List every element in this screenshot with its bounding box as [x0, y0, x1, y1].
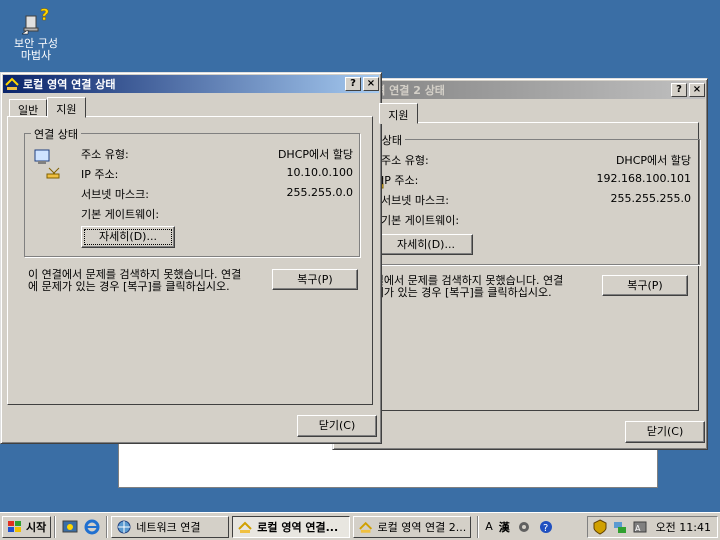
clock[interactable]: 오전 11:41	[656, 519, 711, 535]
diagnostic-message-line2: 에 문제가 있는 경우 [복구]를 클릭하십시오.	[28, 280, 230, 293]
status-window-lan2: 로컬 영역 연결 2 상태 ? × 일반 지원 연결 상태 주소 유형: DHC…	[332, 78, 708, 450]
system-tray: A 오전 11:41	[586, 515, 718, 538]
close-dialog-button[interactable]: 닫기(C)	[297, 415, 377, 437]
ime-hanja-indicator[interactable]: 漢	[499, 519, 510, 535]
network-tray-icon[interactable]	[612, 519, 628, 535]
desktop-icon-security-wizard[interactable]: ? 보안 구성 마법사	[8, 4, 64, 62]
tab-general[interactable]: 일반	[9, 99, 48, 117]
close-button[interactable]: ×	[689, 83, 705, 97]
ip-address-value: 10.10.0.100	[286, 166, 353, 179]
repair-button[interactable]: 복구(P)	[272, 269, 358, 290]
separator	[477, 515, 480, 538]
tab-panel: 연결 상태 주소 유형: DHCP에서 할당 IP 주소: 192.168.10…	[339, 122, 700, 411]
default-gateway-label: 기본 게이트웨이:	[381, 214, 460, 227]
close-dialog-button[interactable]: 닫기(C)	[625, 421, 705, 443]
network-connection-icon	[34, 149, 60, 179]
diagnostic-message: 이 연결에서 문제를 검색하지 못했습니다. 연결 에 문제가 있는 경우 [복…	[350, 275, 574, 299]
task-lan2-status[interactable]: 로컬 영역 연결 2...	[353, 515, 472, 538]
details-button[interactable]: 자세히(D)...	[379, 234, 473, 255]
volume-icon[interactable]: A	[632, 519, 648, 535]
network-status-icon	[359, 521, 373, 533]
tab-support[interactable]: 지원	[47, 97, 86, 118]
address-type-value: DHCP에서 할당	[277, 148, 353, 161]
taskbar: 시작 네트워크 연결 로컬 영역 연결... 로컬 영역 연결 2... A 漢…	[0, 512, 720, 540]
network-folder-icon	[117, 520, 131, 533]
help-button[interactable]: ?	[671, 83, 687, 97]
task-label: 네트워크 연결	[136, 520, 201, 534]
help-button[interactable]: ?	[345, 77, 361, 91]
group-title: 연결 상태	[31, 126, 81, 142]
internet-explorer-icon[interactable]	[83, 518, 101, 536]
task-lan-status[interactable]: 로컬 영역 연결...	[232, 515, 351, 538]
title-bar[interactable]: 로컬 영역 연결 2 상태 ? ×	[335, 81, 705, 99]
ime-mode-indicator[interactable]: A	[485, 520, 493, 533]
subnet-mask-label: 서브넷 마스크:	[381, 194, 449, 207]
svg-text:?: ?	[543, 523, 548, 534]
subnet-mask-value: 255.255.0.0	[286, 186, 353, 199]
details-button[interactable]: 자세히(D)...	[81, 226, 175, 248]
status-window-lan: 로컬 영역 연결 상태 ? × 일반 지원 연결 상태 주소 유형: DHCP에…	[0, 72, 382, 444]
security-shield-icon[interactable]	[592, 518, 608, 535]
window-title: 로컬 영역 연결 상태	[23, 78, 116, 91]
tab-support[interactable]: 지원	[379, 103, 418, 124]
ip-address-label: IP 주소:	[381, 174, 419, 187]
ip-address-value: 192.168.100.101	[596, 172, 691, 185]
desktop-icon-label-2: 마법사	[20, 49, 52, 62]
repair-button[interactable]: 복구(P)	[602, 275, 688, 296]
diagnostic-message-line2: 에 문제가 있는 경우 [복구]를 클릭하십시오.	[350, 286, 552, 299]
separator	[106, 515, 109, 538]
address-type-value: DHCP에서 할당	[615, 154, 691, 167]
connection-status-group: 연결 상태 주소 유형: DHCP에서 할당 IP 주소: 10.10.0.10…	[24, 126, 360, 257]
task-label: 로컬 영역 연결 2...	[377, 520, 467, 534]
help-icon[interactable]: ?	[537, 518, 555, 536]
diagnostic-message: 이 연결에서 문제를 검색하지 못했습니다. 연결 에 문제가 있는 경우 [복…	[28, 269, 264, 293]
separator	[54, 515, 57, 538]
network-status-icon	[238, 521, 252, 533]
svg-text:A: A	[635, 524, 641, 533]
tab-panel: 연결 상태 주소 유형: DHCP에서 할당 IP 주소: 10.10.0.10…	[7, 116, 373, 405]
task-network-connections[interactable]: 네트워크 연결	[111, 515, 230, 538]
close-button[interactable]: ×	[363, 77, 379, 91]
windows-logo-icon	[8, 520, 21, 532]
svg-text:?: ?	[40, 5, 49, 24]
window-title: 로컬 영역 연결 2 상태	[341, 84, 445, 97]
show-desktop-icon[interactable]	[61, 518, 79, 536]
ime-settings-icon[interactable]	[515, 518, 533, 536]
start-button[interactable]: 시작	[2, 515, 52, 538]
start-label: 시작	[26, 520, 47, 534]
title-bar[interactable]: 로컬 영역 연결 상태 ? ×	[3, 75, 379, 93]
task-label: 로컬 영역 연결...	[257, 520, 339, 534]
subnet-mask-label: 서브넷 마스크:	[81, 188, 149, 201]
network-title-icon	[5, 77, 19, 90]
address-type-label: 주소 유형:	[81, 148, 129, 161]
default-gateway-label: 기본 게이트웨이:	[81, 208, 160, 221]
connection-status-group: 연결 상태 주소 유형: DHCP에서 할당 IP 주소: 192.168.10…	[348, 132, 700, 265]
address-type-label: 주소 유형:	[381, 154, 429, 167]
security-wizard-icon: ?	[20, 4, 52, 36]
subnet-mask-value: 255.255.255.0	[610, 192, 691, 205]
ip-address-label: IP 주소:	[81, 168, 119, 181]
